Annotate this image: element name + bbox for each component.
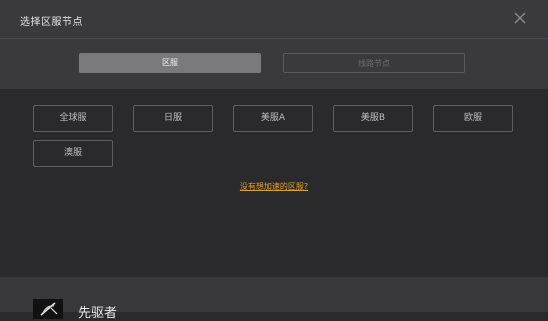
server-button-eu[interactable]: 欧服	[433, 105, 513, 132]
server-button-us-a[interactable]: 美服A	[233, 105, 313, 132]
dialog-title: 选择区服节点	[20, 17, 83, 28]
server-list-panel: 全球服 日服 美服A 美服B 欧服 澳服 没有想加速的区服?	[0, 89, 548, 277]
tab-bar: 区服 线路节点	[0, 39, 548, 89]
server-button-au[interactable]: 澳服	[33, 140, 113, 167]
server-button-jp[interactable]: 日服	[133, 105, 213, 132]
footer-bar: 先驱者	[0, 277, 548, 321]
tab-region[interactable]: 区服	[79, 53, 261, 73]
close-icon[interactable]	[512, 10, 528, 26]
missing-region-link[interactable]: 没有想加速的区服?	[0, 181, 548, 192]
server-button-us-b[interactable]: 美服B	[333, 105, 413, 132]
tab-line-node[interactable]: 线路节点	[283, 53, 465, 73]
server-select-dialog: 选择区服节点 区服 线路节点 全球服 日服 美服A 美服B 欧服 澳服 没有想加…	[0, 0, 548, 321]
server-button-global[interactable]: 全球服	[33, 105, 113, 132]
dialog-header: 选择区服节点	[0, 0, 548, 39]
game-logo-icon	[33, 299, 63, 319]
